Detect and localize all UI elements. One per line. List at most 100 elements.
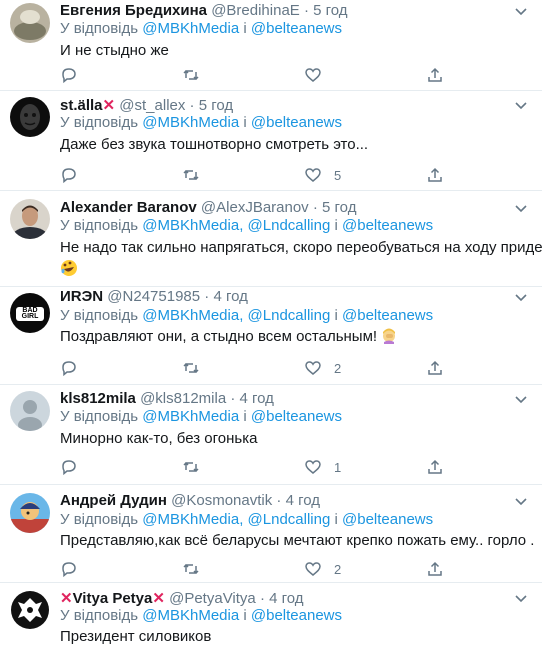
retweet-button[interactable] — [182, 65, 212, 85]
user-handle[interactable]: @st_allex — [119, 97, 185, 114]
timestamp[interactable]: 4 год — [269, 590, 303, 607]
like-button[interactable] — [304, 65, 334, 85]
mention-link[interactable]: @MBKhMedia — [142, 114, 239, 131]
user-handle[interactable]: @Kosmonavtik — [171, 492, 272, 509]
share-button[interactable] — [426, 165, 444, 185]
mention-link[interactable]: @MBKhMedia — [142, 511, 239, 528]
tweet[interactable]: BAD GIRL ИRЭN @N24751985 · 4 год У відпо… — [0, 287, 542, 385]
tweet[interactable]: Евгения Бредихина @BredihinaE · 5 год У … — [0, 0, 542, 91]
timestamp[interactable]: 4 год — [286, 492, 320, 509]
tweet-header: st.älla✕ @st_allex · 5 год — [60, 96, 233, 114]
avatar[interactable]: BAD GIRL — [10, 293, 50, 333]
mention-link[interactable]: @belteanews — [251, 408, 342, 425]
user-handle[interactable]: @PetyaVitya — [169, 590, 256, 607]
like-button[interactable]: 2 — [304, 559, 341, 579]
mention-link[interactable]: @Lndcalling — [248, 511, 331, 528]
reply-button[interactable] — [60, 559, 78, 579]
avatar[interactable] — [10, 97, 50, 137]
mention-link[interactable]: @belteanews — [251, 20, 342, 37]
timestamp[interactable]: 5 год — [199, 97, 233, 114]
tweet[interactable]: ✕Vitya Petya✕ @PetyaVitya · 4 год У відп… — [0, 583, 542, 670]
retweet-button[interactable] — [182, 559, 200, 579]
retweet-icon — [183, 461, 199, 473]
avatar[interactable] — [10, 493, 50, 533]
chevron-down-icon[interactable] — [514, 495, 528, 509]
like-button[interactable]: 2 — [304, 358, 341, 378]
display-name[interactable]: st.älla — [60, 97, 103, 114]
chevron-down-icon[interactable] — [514, 592, 528, 606]
mention-link[interactable]: @belteanews — [251, 114, 342, 131]
share-button[interactable] — [426, 457, 444, 477]
display-name[interactable]: ИRЭN — [60, 288, 103, 305]
tweet-actions: 2 — [60, 358, 480, 378]
user-handle[interactable]: @N24751985 — [107, 288, 200, 305]
share-button[interactable] — [426, 559, 444, 579]
reply-button[interactable] — [60, 165, 78, 185]
timestamp[interactable]: 5 год — [322, 199, 356, 216]
reply-context: У відповідь @MBKhMedia і @belteanews — [60, 607, 342, 624]
timestamp[interactable]: 4 год — [240, 390, 274, 407]
share-button[interactable] — [426, 65, 444, 85]
share-icon — [428, 360, 442, 375]
separator-dot: · — [230, 390, 236, 407]
display-name[interactable]: kls812mila — [60, 390, 136, 407]
reply-prefix: У відповідь — [60, 217, 139, 234]
like-count: 5 — [334, 167, 342, 183]
tweet[interactable]: Alexander Baranov @AlexJBaranov · 5 год … — [0, 191, 542, 287]
display-name[interactable]: Alexander Baranov — [60, 199, 197, 216]
chevron-down-icon[interactable] — [514, 99, 528, 113]
mention-link[interactable]: @MBKhMedia — [142, 217, 239, 234]
chevron-down-icon[interactable] — [514, 393, 528, 407]
mention-link[interactable]: @Lndcalling — [248, 217, 331, 234]
share-icon — [428, 459, 442, 474]
chevron-down-icon[interactable] — [514, 291, 528, 305]
user-handle[interactable]: @kls812mila — [140, 390, 226, 407]
tweet[interactable]: Андрей Дудин @Kosmonavtik · 4 год У відп… — [0, 485, 542, 583]
cross-mark-icon: ✕ — [152, 590, 165, 607]
reply-context: У відповідь @MBKhMedia, @Lndcalling і @b… — [60, 511, 434, 528]
retweet-icon — [183, 169, 199, 181]
mention-link[interactable]: @MBKhMedia — [142, 408, 239, 425]
reply-button[interactable] — [60, 457, 78, 477]
avatar[interactable] — [10, 199, 50, 239]
avatar[interactable] — [10, 590, 50, 630]
like-button[interactable]: 5 — [304, 165, 341, 185]
user-handle[interactable]: @BredihinaE — [211, 2, 300, 19]
mention-link[interactable]: @MBKhMedia — [142, 607, 239, 624]
tweet[interactable]: st.älla✕ @st_allex · 5 год У відповідь @… — [0, 91, 542, 191]
timestamp[interactable]: 5 год — [313, 2, 347, 19]
mention-link[interactable]: @Lndcalling — [248, 307, 331, 324]
share-button[interactable] — [426, 358, 444, 378]
timestamp[interactable]: 4 год — [213, 288, 247, 305]
chevron-down-icon[interactable] — [514, 202, 528, 216]
retweet-button[interactable] — [182, 457, 200, 477]
like-count: 1 — [334, 459, 342, 475]
mention-link[interactable]: @belteanews — [342, 511, 433, 528]
mention-link[interactable]: @belteanews — [342, 217, 433, 234]
reply-icon — [62, 562, 76, 578]
mention-link[interactable]: @belteanews — [251, 607, 342, 624]
display-name[interactable]: Андрей Дудин — [60, 492, 167, 509]
mention-link[interactable]: @MBKhMedia — [142, 307, 239, 324]
heart-icon — [305, 68, 321, 82]
chevron-down-icon[interactable] — [514, 5, 528, 19]
heart-icon — [305, 460, 321, 474]
heart-icon — [305, 562, 321, 576]
reply-button[interactable] — [60, 358, 78, 378]
retweet-button[interactable] — [182, 165, 200, 185]
reply-button[interactable] — [60, 65, 90, 85]
mention-link[interactable]: @MBKhMedia — [142, 20, 239, 37]
avatar[interactable] — [10, 3, 50, 43]
tweet-text: Поздравляют они, а стыдно всем остальным… — [60, 328, 397, 348]
tweet[interactable]: kls812mila @kls812mila · 4 год У відпові… — [0, 385, 542, 485]
mention-link[interactable]: @belteanews — [342, 307, 433, 324]
avatar[interactable] — [10, 391, 50, 431]
retweet-button[interactable] — [182, 358, 200, 378]
display-name[interactable]: Евгения Бредихина — [60, 2, 207, 19]
user-handle[interactable]: @AlexJBaranov — [201, 199, 309, 216]
display-name[interactable]: Vitya Petya — [73, 590, 153, 607]
tweet-text: Даже без звука тошнотворно смотреть это.… — [60, 136, 369, 153]
like-button[interactable]: 1 — [304, 457, 341, 477]
cross-mark-icon: ✕ — [102, 97, 116, 114]
facepalm-emoji — [381, 328, 397, 348]
